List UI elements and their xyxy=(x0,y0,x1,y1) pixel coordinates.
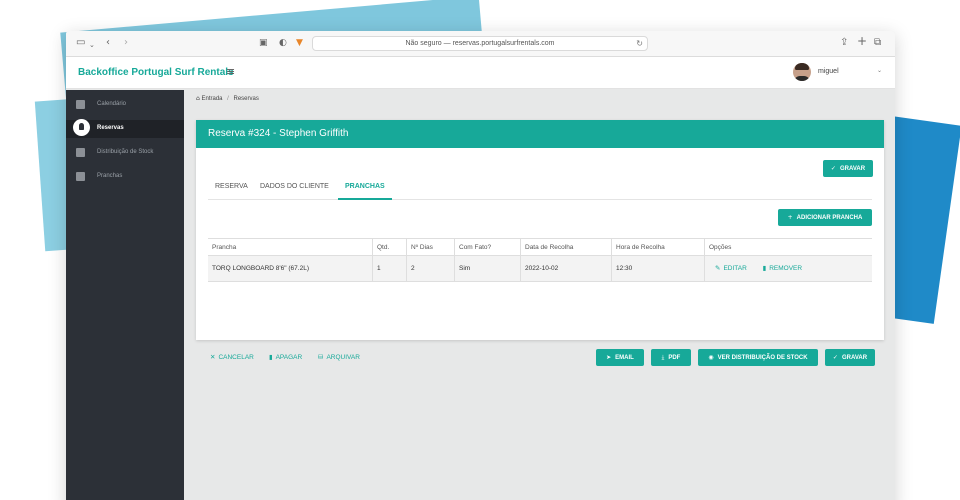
back-icon[interactable]: ‹ xyxy=(106,37,110,49)
remove-label: REMOVER xyxy=(769,265,803,272)
add-board-label: ADICIONAR PRANCHA xyxy=(796,215,863,221)
avatar-shirt xyxy=(794,76,810,81)
board-icon xyxy=(76,172,85,181)
plus-icon: + xyxy=(787,214,793,221)
cancel-label: CANCELAR xyxy=(218,354,254,361)
delete-link[interactable]: ▮ APAGAR xyxy=(269,353,302,361)
url-text: Não seguro — reservas.portugalsurfrental… xyxy=(405,40,555,47)
app-header: Backoffice Portugal Surf Rentals ≡ migue… xyxy=(66,57,895,89)
shield-icon[interactable]: ◐ xyxy=(279,37,287,49)
card-header: Reserva #324 - Stephen Griffith xyxy=(196,120,884,148)
save-button-top[interactable]: ✓ GRAVAR xyxy=(823,160,873,177)
add-board-button[interactable]: + ADICIONAR PRANCHA xyxy=(778,209,872,226)
save-label: GRAVAR xyxy=(841,355,868,361)
page-title: Reserva #324 - Stephen Griffith xyxy=(208,128,349,139)
cell-fato: Sim xyxy=(455,256,521,281)
archive-icon: ⛁ xyxy=(318,353,324,361)
trash-icon: ▮ xyxy=(762,264,767,272)
sidebar-item-distribuicao-stock[interactable]: Distribuição de Stock xyxy=(66,144,184,162)
delete-label: APAGAR xyxy=(275,354,303,361)
avatar-hair xyxy=(795,63,809,70)
breadcrumb-separator: / xyxy=(227,96,229,102)
email-label: EMAIL xyxy=(615,355,634,361)
avatar[interactable] xyxy=(793,63,811,81)
user-name[interactable]: miguel xyxy=(818,68,839,75)
cell-qtd: 1 xyxy=(373,256,407,281)
breadcrumb: ⌂ Entrada / Reservas xyxy=(196,95,259,102)
new-tab-icon[interactable]: + xyxy=(857,35,867,47)
share-icon[interactable]: ⇪ xyxy=(840,37,848,49)
forward-icon[interactable]: › xyxy=(124,37,128,49)
header-prancha: Prancha xyxy=(208,239,373,255)
header-hora-recolha: Hora de Recolha xyxy=(612,239,705,255)
table-header-row: Prancha Qtd. Nº Dias Com Fato? Data de R… xyxy=(208,238,872,256)
tab-pranchas[interactable]: PRANCHAS xyxy=(338,182,392,200)
download-icon: ⤓ xyxy=(661,354,665,361)
eye-icon: ◉ xyxy=(708,354,714,361)
view-stock-button[interactable]: ◉ VER DISTRIBUIÇÃO DE STOCK xyxy=(698,349,818,366)
email-button[interactable]: ➤ EMAIL xyxy=(596,349,644,366)
reload-icon[interactable]: ↻ xyxy=(636,37,643,51)
sidebar-item-label: Reservas xyxy=(97,125,124,131)
remove-button[interactable]: ▮ REMOVER xyxy=(762,264,803,272)
user-icon xyxy=(73,119,90,136)
tab-dados-cliente[interactable]: DADOS DO CLIENTE xyxy=(253,182,336,200)
pdf-button[interactable]: ⤓ PDF xyxy=(651,349,691,366)
cell-prancha: TORQ LONGBOARD 8'6" (67.2L) xyxy=(208,256,373,281)
save-button[interactable]: ✓ GRAVAR xyxy=(825,349,875,366)
chevron-down-icon[interactable]: ⌄ xyxy=(877,67,882,74)
breadcrumb-current: Reservas xyxy=(233,96,259,102)
close-icon: ✕ xyxy=(210,353,216,361)
pencil-icon: ✎ xyxy=(715,264,721,272)
sidebar-item-calendario[interactable]: Calendário xyxy=(66,96,184,114)
sidebar: Calendário Reservas Distribuição de Stoc… xyxy=(66,90,184,500)
brave-icon[interactable]: ▼ xyxy=(296,37,303,49)
notion-icon[interactable]: ▣ xyxy=(259,37,268,49)
box-icon xyxy=(76,148,85,157)
tab-reserva[interactable]: RESERVA xyxy=(208,182,255,200)
cancel-link[interactable]: ✕ CANCELAR xyxy=(210,353,254,361)
archive-label: ARQUIVAR xyxy=(326,354,360,361)
stage: ▭ ⌄ ‹ › ▣ ◐ ▼ Não seguro — reservas.port… xyxy=(0,0,960,500)
menu-icon[interactable]: ≡ xyxy=(226,65,235,78)
brand-title[interactable]: Backoffice Portugal Surf Rentals xyxy=(78,67,234,78)
header-qtd: Qtd. xyxy=(373,239,407,255)
browser-toolbar: ▭ ⌄ ‹ › ▣ ◐ ▼ Não seguro — reservas.port… xyxy=(66,31,895,57)
header-data-recolha: Data de Recolha xyxy=(521,239,612,255)
send-icon: ➤ xyxy=(606,354,612,361)
cell-data-recolha: 2022-10-02 xyxy=(521,256,612,281)
cell-opcoes: ✎ EDITAR ▮ REMOVER xyxy=(705,256,872,281)
edit-button[interactable]: ✎ EDITAR xyxy=(715,264,747,272)
sidebar-item-label: Distribuição de Stock xyxy=(97,149,154,155)
boards-table: Prancha Qtd. Nº Dias Com Fato? Data de R… xyxy=(208,238,872,282)
view-stock-label: VER DISTRIBUIÇÃO DE STOCK xyxy=(717,355,808,361)
reservation-card: Reserva #324 - Stephen Griffith ✓ GRAVAR … xyxy=(196,120,884,366)
table-row: TORQ LONGBOARD 8'6" (67.2L) 1 2 Sim 2022… xyxy=(208,256,872,282)
header-opcoes: Opções xyxy=(709,244,732,251)
check-icon: ✓ xyxy=(830,165,836,172)
tabs-overview-icon[interactable]: ⧉ xyxy=(874,37,881,49)
calendar-icon xyxy=(76,100,85,109)
save-label: GRAVAR xyxy=(839,166,866,172)
sidebar-item-reservas[interactable]: Reservas xyxy=(66,119,184,138)
sidebar-toggle-icon[interactable]: ▭ xyxy=(76,37,85,49)
address-bar[interactable]: Não seguro — reservas.portugalsurfrental… xyxy=(312,36,648,51)
breadcrumb-home[interactable]: Entrada xyxy=(201,96,222,102)
cell-hora-recolha: 12:30 xyxy=(612,256,705,281)
sidebar-item-label: Pranchas xyxy=(97,173,123,179)
chevron-down-icon[interactable]: ⌄ xyxy=(89,39,95,51)
pdf-label: PDF xyxy=(668,355,681,361)
sidebar-item-pranchas[interactable]: Pranchas xyxy=(66,168,184,186)
header-fato: Com Fato? xyxy=(455,239,521,255)
tabs: RESERVA DADOS DO CLIENTE PRANCHAS xyxy=(208,182,872,200)
browser-window: ▭ ⌄ ‹ › ▣ ◐ ▼ Não seguro — reservas.port… xyxy=(66,31,895,500)
home-icon: ⌂ xyxy=(196,95,200,102)
archive-link[interactable]: ⛁ ARQUIVAR xyxy=(318,353,360,361)
header-dias: Nº Dias xyxy=(407,239,455,255)
edit-label: EDITAR xyxy=(723,265,747,272)
check-icon: ✓ xyxy=(832,354,838,361)
sidebar-item-label: Calendário xyxy=(97,101,127,107)
cell-dias: 2 xyxy=(407,256,455,281)
trash-icon: ▮ xyxy=(269,353,273,361)
